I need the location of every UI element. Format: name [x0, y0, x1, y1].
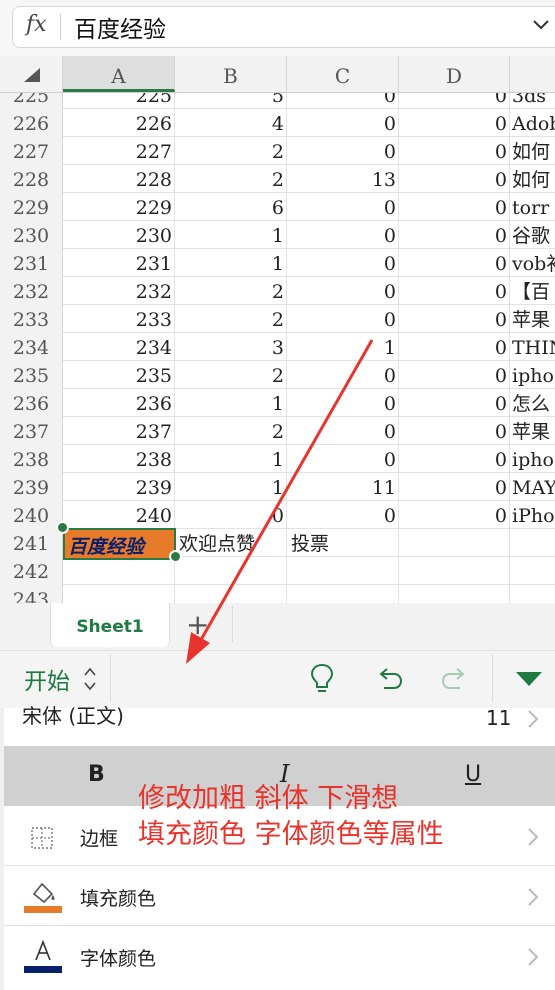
annotation-arrow	[186, 339, 374, 664]
